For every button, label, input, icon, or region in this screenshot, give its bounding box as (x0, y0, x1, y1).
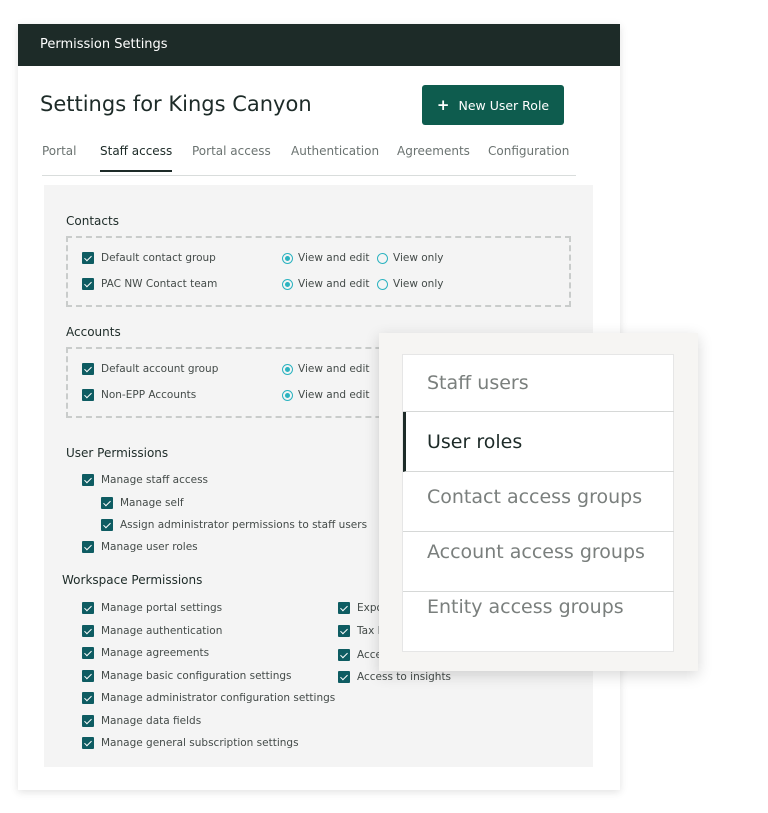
checkbox[interactable] (338, 649, 350, 661)
checkbox[interactable] (82, 670, 94, 682)
user-permissions-title: User Permissions (66, 446, 169, 460)
view-and-edit-label: View and edit (298, 389, 370, 401)
permission-label: Manage agreements (101, 647, 210, 659)
contact-group-label: Default contact group (101, 252, 216, 264)
checkbox[interactable] (101, 497, 113, 509)
permission-label: Manage user roles (101, 541, 198, 553)
checkbox[interactable] (82, 737, 94, 749)
workspace-permissions-title: Workspace Permissions (62, 573, 203, 587)
permission-item: Acce (338, 649, 382, 661)
checkbox[interactable] (101, 519, 113, 531)
permission-item: Manage administrator configuration setti… (82, 692, 335, 704)
permission-item: Manage general subscription settings (82, 737, 299, 749)
view-and-edit-label: View and edit (298, 278, 370, 290)
checkbox[interactable] (82, 541, 94, 553)
radio-unselected[interactable] (377, 252, 388, 264)
radio-unselected[interactable] (377, 278, 388, 290)
permission-label: Manage general subscription settings (101, 737, 299, 749)
checkbox[interactable] (82, 625, 94, 637)
permission-label: Manage basic configuration settings (101, 670, 292, 682)
menu-item-contact-access-groups[interactable]: Contact access groups (403, 472, 674, 532)
permission-label: Assign administrator permissions to staf… (120, 519, 368, 531)
view-only-label: View only (393, 278, 444, 290)
view-and-edit-option[interactable]: View and edit (282, 278, 370, 290)
permission-item: Manage authentication (82, 625, 222, 637)
radio-selected[interactable] (282, 363, 293, 375)
permission-label: Manage data fields (101, 715, 202, 727)
permission-item: Manage basic configuration settings (82, 670, 292, 682)
radio-selected[interactable] (282, 389, 293, 401)
accounts-title: Accounts (66, 325, 121, 339)
tab-authentication[interactable]: Authentication (291, 144, 379, 158)
contact-row: Default contact group (82, 252, 216, 264)
permission-label: Manage administrator configuration setti… (101, 692, 336, 704)
checkbox[interactable] (82, 252, 94, 264)
permission-label: Manage authentication (101, 625, 223, 637)
permission-item: Access to insights (338, 671, 451, 683)
contact-group-label: PAC NW Contact team (101, 278, 218, 290)
contacts-group-box (66, 236, 571, 307)
tab-portal[interactable]: Portal (42, 144, 76, 158)
access-menu: Staff users User roles Contact access gr… (402, 354, 674, 652)
view-and-edit-label: View and edit (298, 252, 370, 264)
contacts-title: Contacts (66, 214, 119, 228)
account-row: Non-EPP Accounts (82, 389, 196, 401)
radio-selected[interactable] (282, 278, 293, 290)
menu-item-account-access-groups[interactable]: Account access groups (403, 532, 674, 592)
tab-agreements[interactable]: Agreements (397, 144, 470, 158)
permission-item: Manage staff access (82, 474, 208, 486)
checkbox[interactable] (82, 363, 94, 375)
window-title: Permission Settings (18, 24, 620, 66)
permission-label: Manage self (120, 497, 184, 509)
access-menu-popover: Staff users User roles Contact access gr… (379, 333, 698, 671)
checkbox[interactable] (338, 602, 350, 614)
checkbox[interactable] (82, 278, 94, 290)
view-and-edit-option[interactable]: View and edit (282, 252, 370, 264)
checkbox[interactable] (82, 474, 94, 486)
permission-label: Tax I (357, 625, 381, 637)
menu-item-entity-access-groups[interactable]: Entity access groups (403, 592, 674, 652)
permission-item: Assign administrator permissions to staf… (101, 519, 367, 531)
tab-portal-access[interactable]: Portal access (192, 144, 271, 158)
page-title: Settings for Kings Canyon (40, 92, 312, 116)
permission-item: Tax I (338, 625, 381, 637)
view-and-edit-label: View and edit (298, 363, 370, 375)
plus-icon: + (436, 96, 450, 114)
permission-label: Manage staff access (101, 474, 209, 486)
account-row: Default account group (82, 363, 218, 375)
checkbox[interactable] (82, 389, 94, 401)
permission-item: Manage data fields (82, 715, 201, 727)
permission-item: Manage portal settings (82, 602, 222, 614)
settings-tabs: Portal Staff access Portal access Authen… (42, 136, 576, 176)
new-user-role-label: New User Role (458, 97, 550, 113)
permission-item: Expo (338, 602, 383, 614)
radio-selected[interactable] (282, 252, 293, 264)
permission-item: Manage user roles (82, 541, 198, 553)
view-only-option[interactable]: View only (377, 252, 443, 264)
view-only-option[interactable]: View only (377, 278, 443, 290)
menu-item-user-roles[interactable]: User roles (403, 412, 674, 472)
checkbox[interactable] (82, 647, 94, 659)
account-group-label: Non-EPP Accounts (101, 389, 197, 401)
contact-row: PAC NW Contact team (82, 278, 217, 290)
checkbox[interactable] (82, 602, 94, 614)
new-user-role-button[interactable]: + New User Role (422, 85, 564, 125)
checkbox[interactable] (82, 715, 94, 727)
checkbox[interactable] (338, 671, 350, 683)
view-only-label: View only (393, 252, 444, 264)
checkbox[interactable] (82, 692, 94, 704)
permission-label: Manage portal settings (101, 602, 223, 614)
tab-staff-access[interactable]: Staff access (100, 144, 173, 172)
view-and-edit-option[interactable]: View and edit (282, 363, 370, 375)
permission-label: Access to insights (357, 671, 452, 683)
tab-configuration[interactable]: Configuration (488, 144, 569, 158)
permission-item: Manage self (101, 497, 184, 509)
checkbox[interactable] (338, 625, 350, 637)
view-and-edit-option[interactable]: View and edit (282, 389, 370, 401)
permission-item: Manage agreements (82, 647, 209, 659)
menu-item-staff-users[interactable]: Staff users (403, 355, 674, 412)
account-group-label: Default account group (101, 363, 219, 375)
